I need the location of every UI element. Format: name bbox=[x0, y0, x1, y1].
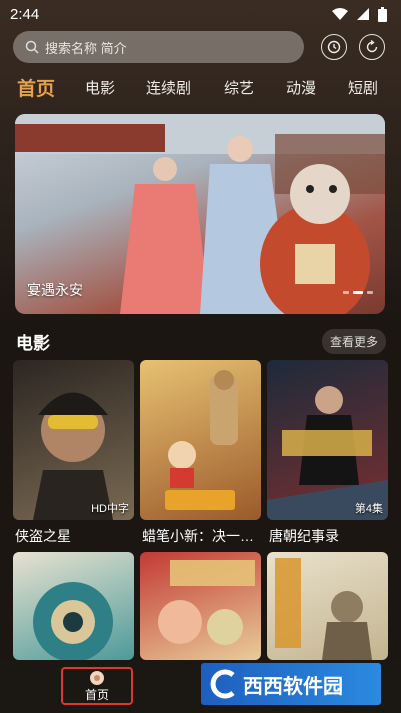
poster-artwork bbox=[165, 370, 238, 510]
status-bar: 2:44 bbox=[0, 0, 401, 28]
pagination-dot-active bbox=[353, 291, 363, 294]
banner-pagination bbox=[343, 291, 373, 294]
tab-anime[interactable]: 动漫 bbox=[286, 77, 316, 98]
poster-artwork bbox=[275, 558, 372, 660]
battery-icon bbox=[378, 6, 387, 22]
search-input[interactable]: 搜索名称 简介 bbox=[13, 31, 304, 63]
featured-banner[interactable]: 宴遇永安 bbox=[15, 114, 385, 314]
tab-movie[interactable]: 电影 bbox=[85, 77, 115, 98]
poster-badge: HD中字 bbox=[91, 503, 129, 515]
search-icon bbox=[25, 40, 39, 54]
status-icons bbox=[332, 6, 387, 22]
category-tabs: 首页 电影 连续剧 综艺 动漫 短剧 bbox=[0, 70, 401, 104]
poster-artwork bbox=[267, 386, 388, 520]
tab-variety[interactable]: 综艺 bbox=[224, 77, 254, 98]
search-row: 搜索名称 简介 bbox=[13, 31, 393, 63]
tab-home[interactable]: 首页 bbox=[17, 74, 55, 101]
clock-icon bbox=[327, 40, 341, 54]
poster-title[interactable]: 蜡笔小新：决一… bbox=[142, 526, 254, 546]
poster-card[interactable]: HD中字 bbox=[13, 360, 134, 520]
refresh-icon bbox=[366, 40, 378, 53]
poster-artwork bbox=[33, 392, 113, 520]
poster-card[interactable] bbox=[13, 552, 134, 660]
nav-home[interactable]: 首页 bbox=[61, 667, 133, 705]
poster-title[interactable]: 侠盗之星 bbox=[15, 526, 71, 546]
signal-icon bbox=[357, 8, 369, 20]
poster-card[interactable] bbox=[140, 360, 261, 520]
home-icon bbox=[90, 670, 104, 685]
wifi-icon bbox=[332, 8, 348, 20]
search-placeholder: 搜索名称 简介 bbox=[45, 40, 127, 56]
nav-home-label: 首页 bbox=[84, 687, 109, 702]
poster-card[interactable]: 第4集 bbox=[267, 360, 388, 520]
watermark-text: 西西软件园 bbox=[243, 675, 343, 698]
history-button[interactable] bbox=[321, 34, 347, 60]
poster-artwork bbox=[33, 582, 113, 660]
watermark-logo: 西西软件园 bbox=[201, 663, 381, 705]
tab-short-drama[interactable]: 短剧 bbox=[348, 77, 378, 98]
banner-caption: 宴遇永安 bbox=[27, 282, 83, 298]
poster-card[interactable] bbox=[140, 552, 261, 660]
see-more-button[interactable]: 查看更多 bbox=[321, 328, 386, 354]
logo-c-icon bbox=[210, 669, 235, 699]
movie-section-header: 电影 查看更多 bbox=[16, 328, 386, 354]
tab-series[interactable]: 连续剧 bbox=[146, 77, 191, 98]
pagination-dot bbox=[343, 291, 349, 294]
poster-card[interactable] bbox=[267, 552, 388, 660]
poster-title[interactable]: 唐朝纪事录 bbox=[269, 526, 339, 546]
section-title: 电影 bbox=[16, 333, 50, 353]
poster-badge: 第4集 bbox=[354, 503, 383, 515]
pagination-dot bbox=[367, 291, 373, 294]
poster-artwork bbox=[158, 560, 255, 645]
status-time: 2:44 bbox=[10, 5, 40, 23]
refresh-button[interactable] bbox=[359, 34, 385, 60]
